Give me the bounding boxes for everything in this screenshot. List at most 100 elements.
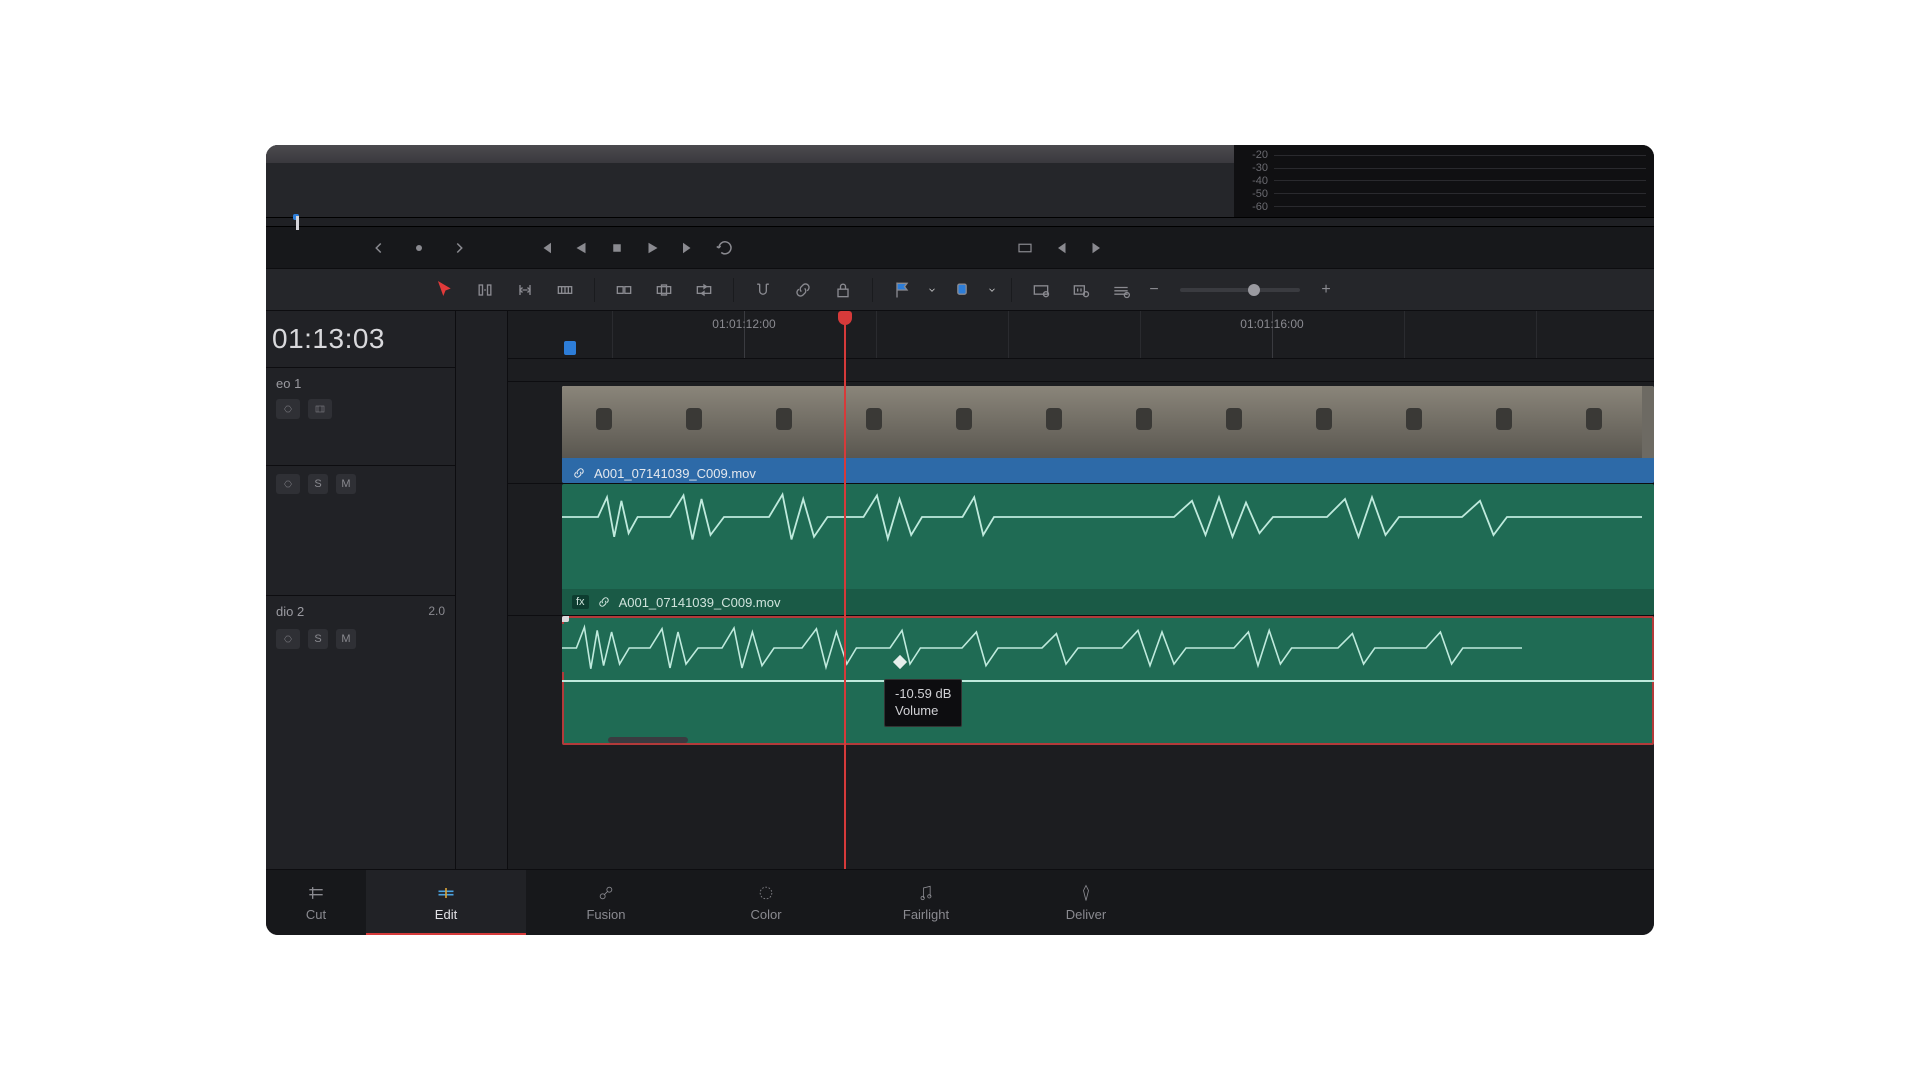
next-edit-icon[interactable] (444, 237, 466, 259)
next-clip-icon[interactable] (1086, 237, 1108, 259)
autoselect-icon[interactable] (276, 629, 300, 649)
color-page-icon (755, 883, 777, 903)
clip-edge-handle[interactable] (562, 616, 569, 622)
waveform (562, 624, 1522, 672)
zoom-slider-knob[interactable] (1248, 284, 1260, 296)
track-thumbnail-mode-icon[interactable] (308, 399, 332, 419)
stop-icon[interactable] (606, 237, 628, 259)
detail-zoom-icon[interactable] (1066, 276, 1096, 304)
prev-edit-icon[interactable] (372, 237, 394, 259)
tracks-region: A001_07141039_C009.mov fx (508, 359, 1654, 869)
audio2-track-header[interactable]: dio 2 2.0 S M (266, 595, 455, 725)
timeline-scrollbar[interactable] (608, 737, 688, 743)
insert-clip-icon[interactable] (609, 276, 639, 304)
zoom-slider[interactable] (1180, 288, 1300, 292)
viewer-thumbnail-bar (266, 145, 1234, 163)
fusion-page-icon (595, 883, 617, 903)
video-track-header[interactable]: eo 1 (266, 367, 455, 465)
flag-dropdown-icon[interactable] (927, 285, 937, 295)
volume-line[interactable] (562, 680, 1654, 682)
audio1-track-header[interactable]: S M (266, 465, 455, 595)
page-label: Color (750, 907, 781, 922)
page-tab-edit[interactable]: Edit (366, 870, 526, 935)
clip-marker-icon[interactable] (947, 276, 977, 304)
audio-clip[interactable]: fx A001_07141039_C009.mov (562, 484, 1654, 615)
link-icon (597, 595, 611, 609)
audio-meter-panel: -20 -30 -40 -50 -60 (1234, 145, 1654, 217)
custom-zoom-icon[interactable] (1106, 276, 1136, 304)
timeline-area: 01:13:03 eo 1 S M dio 2 2.0 (266, 311, 1654, 869)
fx-badge: fx (572, 595, 589, 609)
clip-filename-label: A001_07141039_C009.mov (619, 595, 781, 610)
audio-clip-selected[interactable] (562, 616, 1654, 745)
viewer-strip: -20 -30 -40 -50 -60 (266, 145, 1654, 217)
playhead-cap-icon[interactable] (838, 311, 852, 325)
loop-icon[interactable] (714, 237, 736, 259)
flag-marker-icon[interactable] (887, 276, 917, 304)
playhead[interactable] (844, 311, 846, 869)
page-tab-fusion[interactable]: Fusion (526, 870, 686, 935)
clip-thumbnails (562, 386, 1654, 458)
autoselect-icon[interactable] (276, 474, 300, 494)
transport-bar (266, 227, 1654, 269)
mute-button[interactable]: M (336, 474, 356, 494)
blade-tool-icon[interactable] (550, 276, 580, 304)
play-reverse-icon[interactable] (570, 237, 592, 259)
timeline-canvas[interactable]: 01:01:12:00 01:01:16:00 (456, 311, 1654, 869)
edit-page-icon (435, 883, 457, 903)
overwrite-clip-icon[interactable] (649, 276, 679, 304)
seek-handle[interactable] (296, 216, 299, 230)
page-tab-cut[interactable]: Cut (266, 870, 366, 935)
timeline-marker-icon[interactable] (564, 341, 576, 355)
record-dot-icon[interactable] (408, 237, 430, 259)
replace-clip-icon[interactable] (689, 276, 719, 304)
page-tab-deliver[interactable]: Deliver (1006, 870, 1166, 935)
play-icon[interactable] (642, 237, 664, 259)
trim-tool-icon[interactable] (470, 276, 500, 304)
link-icon (572, 466, 586, 480)
video-clip[interactable]: A001_07141039_C009.mov (562, 386, 1654, 483)
mini-seek-bar[interactable] (266, 217, 1654, 227)
snap-icon[interactable] (748, 276, 778, 304)
ruler-time-label: 01:01:16:00 (1240, 317, 1303, 331)
go-to-start-icon[interactable] (534, 237, 556, 259)
meter-level-label: -20 (1238, 149, 1268, 161)
lock-icon[interactable] (828, 276, 858, 304)
meter-level-label: -50 (1238, 188, 1268, 200)
go-to-end-icon[interactable] (678, 237, 700, 259)
link-icon[interactable] (788, 276, 818, 304)
track-name-label: dio 2 (276, 604, 304, 619)
cut-page-icon (305, 883, 327, 903)
track-channel-value: 2.0 (428, 604, 445, 618)
page-tab-fairlight[interactable]: Fairlight (846, 870, 1006, 935)
fairlight-page-icon (915, 883, 937, 903)
page-label: Fusion (586, 907, 625, 922)
page-label: Fairlight (903, 907, 949, 922)
solo-button[interactable]: S (308, 629, 328, 649)
waveform (562, 490, 1642, 544)
deliver-page-icon (1075, 883, 1097, 903)
app-window: -20 -30 -40 -50 -60 (266, 145, 1654, 935)
volume-tooltip: -10.59 dB Volume (884, 679, 962, 727)
dynamic-trim-tool-icon[interactable] (510, 276, 540, 304)
timeline-ruler[interactable]: 01:01:12:00 01:01:16:00 (508, 311, 1654, 359)
mute-button[interactable]: M (336, 629, 356, 649)
track-name-label: eo 1 (276, 376, 445, 391)
page-tab-color[interactable]: Color (686, 870, 846, 935)
zoom-out-icon[interactable]: − (1146, 281, 1162, 299)
selection-tool-icon[interactable] (430, 276, 460, 304)
meter-level-label: -30 (1238, 162, 1268, 174)
match-frame-icon[interactable] (1014, 237, 1036, 259)
marker-dropdown-icon[interactable] (987, 285, 997, 295)
tooltip-label: Volume (895, 703, 951, 720)
solo-button[interactable]: S (308, 474, 328, 494)
audio2-track-row[interactable] (508, 615, 1654, 745)
timeline-timecode[interactable]: 01:13:03 (266, 311, 455, 367)
zoom-to-fit-icon[interactable] (1026, 276, 1056, 304)
autoselect-icon[interactable] (276, 399, 300, 419)
zoom-in-icon[interactable]: + (1318, 281, 1334, 299)
prev-clip-icon[interactable] (1050, 237, 1072, 259)
page-tabs: Cut Edit Fusion Color Fairlight Deliver (266, 869, 1654, 935)
video-track-row[interactable]: A001_07141039_C009.mov (508, 381, 1654, 483)
audio1-track-row[interactable]: fx A001_07141039_C009.mov (508, 483, 1654, 615)
